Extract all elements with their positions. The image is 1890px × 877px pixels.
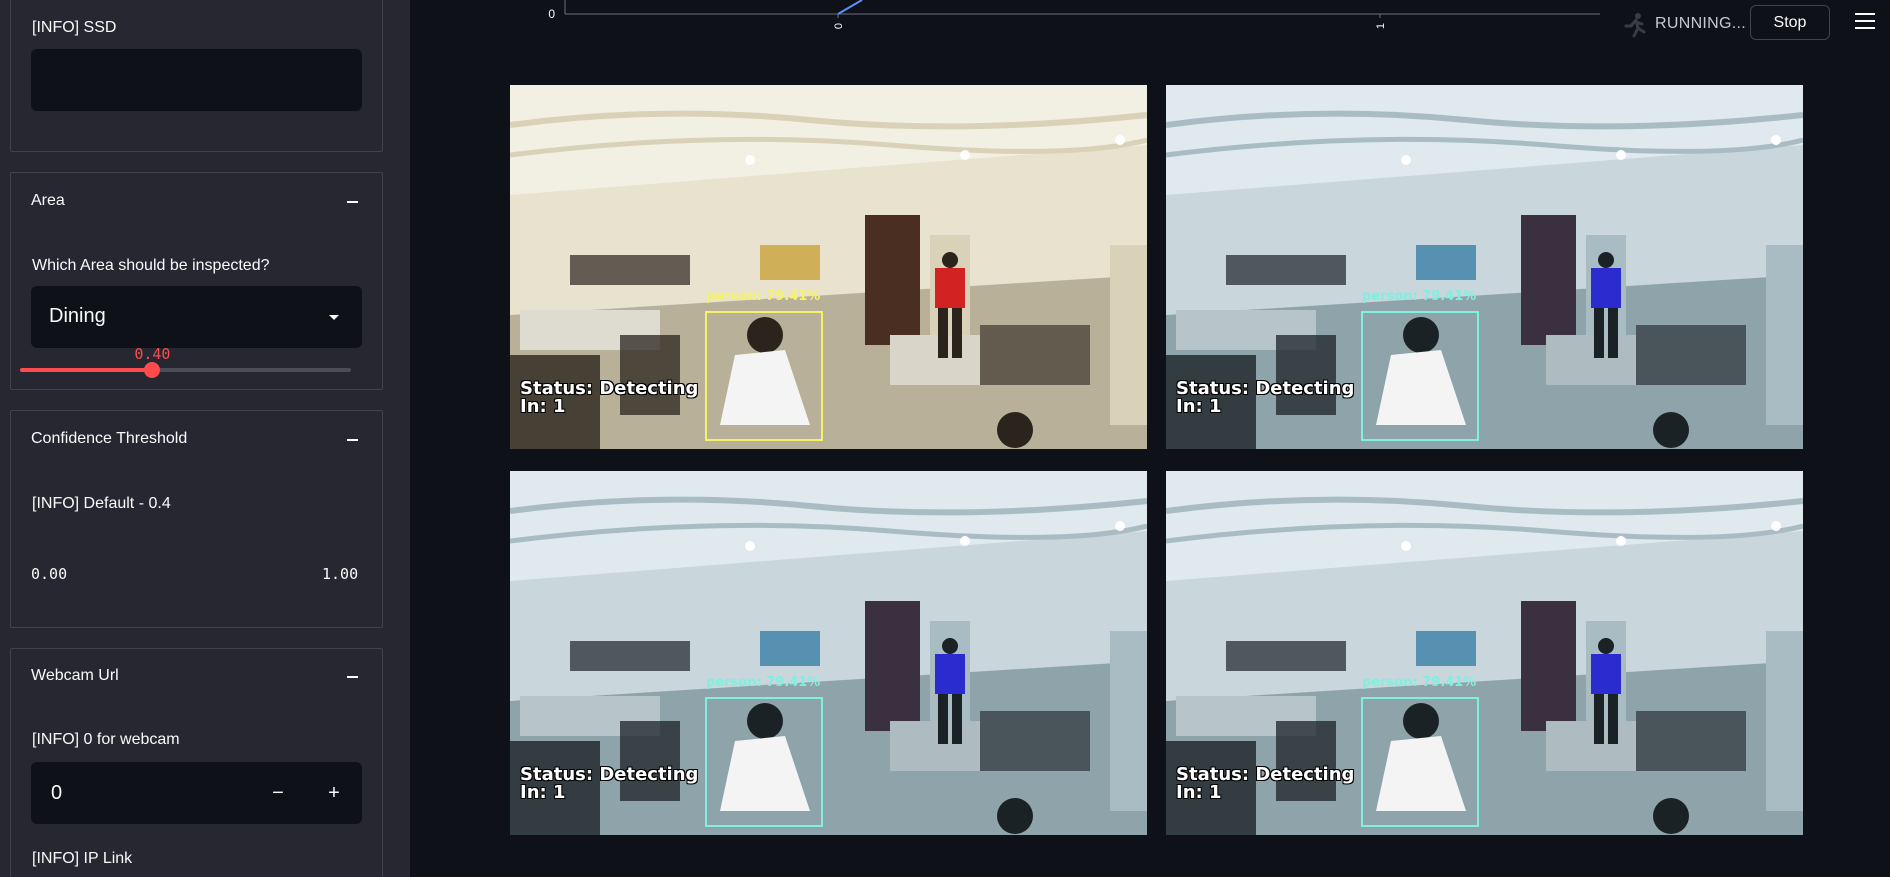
webcam-number-input[interactable]: 0 − + — [31, 762, 362, 824]
camera-feed-4: person: 79.41% Status: Detecting In: 1 — [1166, 471, 1803, 835]
confidence-panel: Confidence Threshold [INFO] Default - 0.… — [10, 410, 383, 628]
detection-box — [705, 311, 823, 441]
confidence-collapse-icon[interactable] — [347, 439, 358, 441]
detection-label: person: 79.41% — [1362, 289, 1477, 304]
ip-link-label: [INFO] IP Link — [32, 850, 133, 867]
area-select[interactable]: Dining — [31, 286, 362, 348]
increment-button[interactable]: + — [306, 762, 362, 824]
detection-box — [1361, 311, 1479, 441]
ssd-input[interactable] — [31, 49, 362, 111]
x-tick-label-0: 0 — [833, 23, 845, 29]
area-selected-value: Dining — [49, 305, 106, 327]
detection-label: person: 79.41% — [706, 675, 821, 690]
running-status: RUNNING... — [1655, 15, 1746, 32]
hamburger-menu-icon[interactable] — [1855, 13, 1875, 31]
confidence-slider-value: 0.40 — [134, 345, 171, 363]
decrement-button[interactable]: − — [250, 762, 306, 824]
feed-count-text: In: 1 — [1176, 396, 1222, 417]
webcam-panel: Webcam Url [INFO] 0 for webcam 0 − + [IN… — [10, 648, 383, 877]
confidence-panel-title[interactable]: Confidence Threshold — [31, 430, 187, 448]
webcam-collapse-icon[interactable] — [347, 676, 358, 678]
feed-count-text: In: 1 — [520, 396, 566, 417]
confidence-max-label: 1.00 — [322, 565, 359, 583]
area-collapse-icon[interactable] — [347, 201, 358, 203]
detection-box — [1361, 697, 1479, 827]
webcam-info: [INFO] 0 for webcam — [32, 731, 180, 748]
area-panel-title[interactable]: Area — [31, 192, 65, 210]
camera-feed-3: person: 79.41% Status: Detecting In: 1 — [510, 471, 1147, 835]
y-tick-label: 0 — [548, 7, 555, 21]
confidence-slider[interactable] — [20, 362, 351, 378]
webcam-value[interactable]: 0 — [51, 782, 62, 805]
confidence-slider-fill — [20, 368, 153, 372]
sidebar: [INFO] SSD Area Which Area should be ins… — [0, 0, 410, 877]
stop-button[interactable]: Stop — [1750, 5, 1830, 40]
running-icon — [1624, 13, 1646, 38]
feed-count-text: In: 1 — [520, 782, 566, 803]
camera-feed-2: person: 79.41% Status: Detecting In: 1 — [1166, 85, 1803, 449]
line-chart: 0 0 1 — [548, 0, 1600, 29]
webcam-panel-title[interactable]: Webcam Url — [31, 667, 119, 685]
detection-label: person: 79.41% — [706, 289, 821, 304]
chevron-down-icon — [329, 315, 339, 320]
confidence-min-label: 0.00 — [31, 565, 68, 583]
area-question: Which Area should be inspected? — [32, 257, 270, 274]
confidence-info: [INFO] Default - 0.4 — [32, 495, 171, 512]
detection-box — [705, 697, 823, 827]
detection-label: person: 79.41% — [1362, 675, 1477, 690]
camera-feed-1: person: 79.41% Status: Detecting In: 1 — [510, 85, 1147, 449]
ssd-panel: [INFO] SSD — [10, 0, 383, 152]
ssd-label: [INFO] SSD — [32, 19, 117, 36]
chart-series-line — [837, 0, 863, 15]
feed-count-text: In: 1 — [1176, 782, 1222, 803]
x-tick-label-1: 1 — [1375, 23, 1387, 29]
area-panel: Area Which Area should be inspected? Din… — [10, 172, 383, 390]
